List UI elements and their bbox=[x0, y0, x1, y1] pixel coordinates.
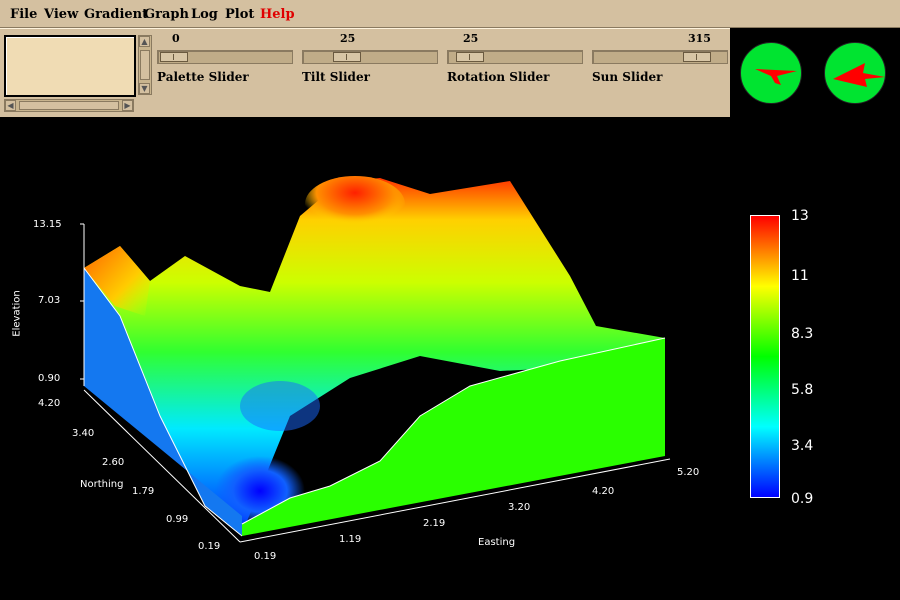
color-legend-bar bbox=[750, 215, 780, 498]
legend-tick-0-9: 0.9 bbox=[791, 491, 814, 507]
sun-slider-label: Sun Slider bbox=[592, 70, 663, 84]
scroll-down-arrow-icon[interactable]: ▼ bbox=[139, 83, 150, 94]
palette-slider-thumb[interactable] bbox=[160, 52, 188, 62]
rotation-arrow-icon bbox=[755, 69, 797, 85]
menu-help[interactable]: Help bbox=[260, 7, 295, 22]
vertical-scrollbar[interactable]: ▲ ▼ bbox=[138, 35, 152, 95]
easting-tick-1-19: 1.19 bbox=[339, 534, 362, 545]
easting-tick-3-20: 3.20 bbox=[508, 502, 531, 513]
scroll-right-arrow-icon[interactable]: ▶ bbox=[122, 100, 133, 111]
northing-tick-3-40: 3.40 bbox=[72, 428, 95, 439]
z-tick-0-90: 0.90 bbox=[38, 373, 61, 384]
palette-slider-label: Palette Slider bbox=[157, 70, 249, 84]
menu-gradient[interactable]: Gradient bbox=[84, 7, 148, 22]
tilt-slider-value: 25 bbox=[340, 32, 356, 45]
menu-graph[interactable]: Graph bbox=[144, 7, 189, 22]
northing-tick-1-79: 1.79 bbox=[132, 486, 155, 497]
rotation-slider-thumb[interactable] bbox=[456, 52, 484, 62]
rotation-slider-label: Rotation Slider bbox=[447, 70, 550, 84]
menu-view[interactable]: View bbox=[44, 7, 78, 22]
rotation-compass[interactable] bbox=[740, 42, 802, 104]
palette-slider-value: 0 bbox=[172, 32, 180, 45]
control-panel: ▲ ▼ ◀ ▶ 0 Palette Slider 25 Tilt Slider … bbox=[0, 28, 730, 117]
z-tick-13-15: 13.15 bbox=[33, 219, 62, 230]
scroll-up-arrow-icon[interactable]: ▲ bbox=[139, 36, 150, 47]
northing-tick-4-20: 4.20 bbox=[38, 398, 61, 409]
easting-tick-4-20: 4.20 bbox=[592, 486, 615, 497]
menu-bar: File View Gradient Graph Log Plot Help bbox=[0, 0, 900, 28]
vertical-scroll-thumb[interactable] bbox=[140, 50, 150, 80]
menu-log[interactable]: Log bbox=[191, 7, 218, 22]
menu-plot[interactable]: Plot bbox=[225, 7, 254, 22]
legend-tick-11: 11 bbox=[791, 268, 809, 284]
northing-tick-0-19: 0.19 bbox=[198, 541, 221, 552]
sun-compass[interactable] bbox=[824, 42, 886, 104]
tilt-slider-thumb[interactable] bbox=[333, 52, 361, 62]
sun-arrow-icon bbox=[833, 63, 885, 87]
horizontal-scroll-thumb[interactable] bbox=[19, 101, 119, 110]
menu-file[interactable]: File bbox=[10, 7, 37, 22]
palette-preview-box bbox=[4, 35, 136, 97]
northing-tick-0-99: 0.99 bbox=[166, 514, 189, 525]
rotation-slider[interactable] bbox=[447, 50, 583, 64]
sun-slider-thumb[interactable] bbox=[683, 52, 711, 62]
easting-tick-0-19: 0.19 bbox=[254, 551, 277, 562]
easting-tick-2-19: 2.19 bbox=[423, 518, 446, 529]
legend-tick-13: 13 bbox=[791, 208, 809, 224]
legend-tick-8-3: 8.3 bbox=[791, 326, 814, 342]
easting-tick-5-20: 5.20 bbox=[677, 467, 700, 478]
sun-slider-value: 315 bbox=[688, 32, 711, 45]
northing-axis-label: Northing bbox=[80, 479, 124, 490]
easting-axis-label: Easting bbox=[478, 537, 516, 548]
legend-tick-5-8: 5.8 bbox=[791, 382, 814, 398]
palette-slider[interactable] bbox=[157, 50, 293, 64]
northing-tick-2-60: 2.60 bbox=[102, 457, 125, 468]
tilt-slider-label: Tilt Slider bbox=[302, 70, 370, 84]
legend-tick-3-4: 3.4 bbox=[791, 438, 814, 454]
sun-slider[interactable] bbox=[592, 50, 728, 64]
elevation-axis-label: Elevation bbox=[11, 290, 23, 337]
horizontal-scrollbar[interactable]: ◀ ▶ bbox=[4, 99, 134, 112]
z-tick-7-03: 7.03 bbox=[38, 295, 61, 306]
tilt-slider[interactable] bbox=[302, 50, 438, 64]
rotation-slider-value: 25 bbox=[463, 32, 479, 45]
scroll-left-arrow-icon[interactable]: ◀ bbox=[5, 100, 16, 111]
